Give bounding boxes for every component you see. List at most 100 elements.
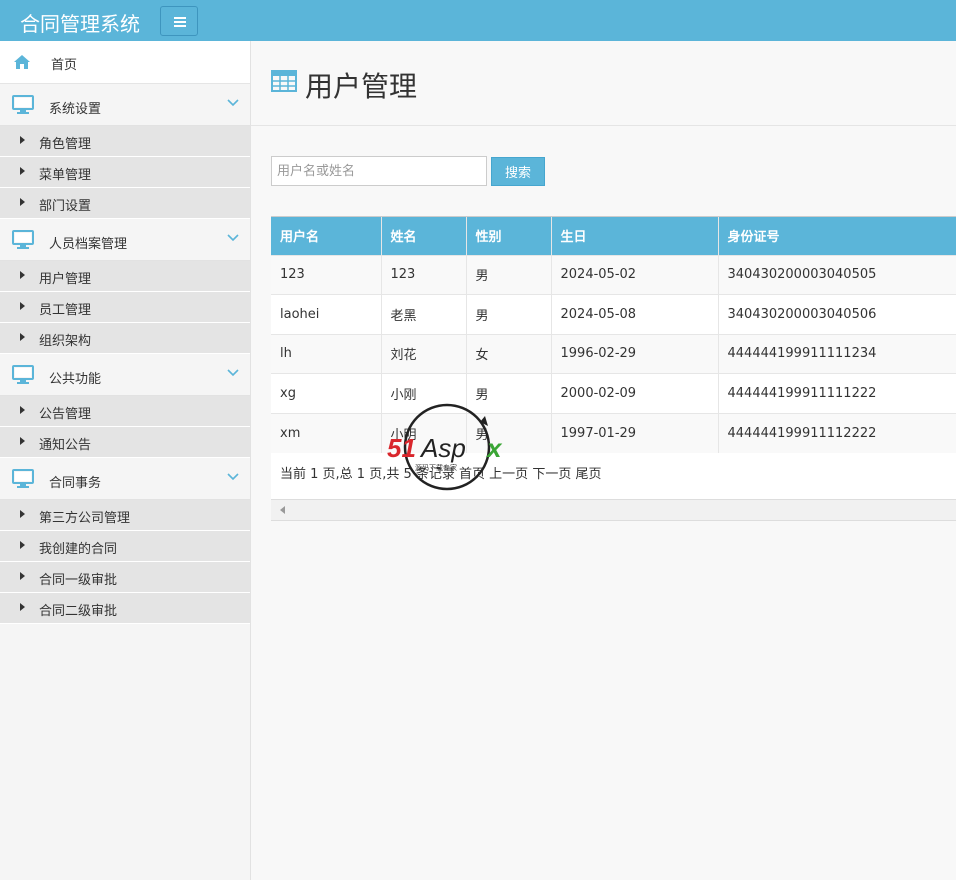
sidebar-item[interactable]: 合同二级审批	[0, 593, 250, 624]
menu-icon-bar	[174, 25, 186, 27]
sidebar-item[interactable]: 角色管理	[0, 126, 250, 157]
horizontal-scrollbar[interactable]	[271, 499, 956, 521]
monitor-icon	[12, 469, 34, 488]
table-icon	[271, 70, 297, 92]
table-cell: 2024-05-02	[551, 254, 719, 295]
sidebar-group-header[interactable]: 系统设置	[0, 84, 250, 126]
table-cell: 123	[381, 254, 467, 295]
table-header-row: 用户名 姓名 性别 生日 身份证号	[271, 217, 956, 255]
table-cell: 2024-05-08	[551, 294, 719, 334]
page-header: 用户管理	[251, 41, 956, 126]
sidebar-item-label: 合同一级审批	[39, 573, 118, 588]
sidebar-item[interactable]: 菜单管理	[0, 157, 250, 188]
sidebar-item[interactable]: 部门设置	[0, 188, 250, 219]
table-row[interactable]: xg 小刚男 2000-02-09 444444199911111222	[271, 373, 956, 413]
table-cell: 444444199911111234	[718, 333, 956, 374]
last-page-link[interactable]: 尾页	[575, 467, 601, 482]
svg-text:x: x	[485, 433, 503, 463]
column-header[interactable]: 生日	[551, 217, 719, 255]
table-cell: 444444199911112222	[718, 412, 956, 453]
sidebar-item[interactable]: 公告管理	[0, 396, 250, 427]
sidebar-item-label: 菜单管理	[39, 168, 92, 183]
scroll-left-icon[interactable]	[280, 506, 285, 514]
caret-right-icon	[20, 572, 25, 580]
sidebar-item-label: 合同二级审批	[39, 604, 118, 619]
svg-text:Asp: Asp	[419, 433, 466, 463]
table-cell: 男	[466, 294, 552, 334]
table-cell: 340430200003040506	[718, 294, 956, 334]
caret-right-icon	[20, 333, 25, 341]
table-cell: 1997-01-29	[551, 412, 719, 453]
caret-right-icon	[20, 302, 25, 310]
search-input[interactable]	[271, 156, 487, 186]
home-icon	[14, 55, 30, 69]
caret-right-icon	[20, 437, 25, 445]
next-page-link[interactable]: 下一页	[532, 467, 571, 482]
table-row[interactable]: 123 123 男 2024-05-02 340430200003040505	[271, 254, 956, 295]
monitor-icon	[12, 95, 34, 114]
column-header[interactable]: 用户名	[271, 217, 382, 255]
menu-icon-bar	[174, 21, 186, 23]
sidebar: 首页 系统设置角色管理菜单管理部门设置人员档案管理用户管理员工管理组织架构公共功…	[0, 41, 251, 880]
sidebar-item[interactable]: 第三方公司管理	[0, 500, 250, 531]
user-table: 用户名 姓名 性别 生日 身份证号 123 123 男 2024-05-02 34043…	[271, 217, 956, 453]
sidebar-item-label: 用户管理	[39, 272, 92, 287]
table-row[interactable]: laohei 老黑男 2024-05-08 340430200003040506	[271, 294, 956, 334]
table-row[interactable]: xm 小明男 1997-01-29 444444199911112222	[271, 412, 956, 453]
chevron-down-icon	[227, 369, 239, 377]
sidebar-group-label: 公共功能	[49, 372, 102, 387]
search-button[interactable]: 搜索	[491, 157, 545, 186]
user-table-panel: 用户名 姓名 性别 生日 身份证号 123 123 男 2024-05-02 34043…	[271, 216, 956, 521]
sidebar-item[interactable]: 通知公告	[0, 427, 250, 458]
sidebar-group-label: 合同事务	[49, 476, 102, 491]
sidebar-item-label: 第三方公司管理	[39, 511, 131, 526]
sidebar-item[interactable]: 组织架构	[0, 323, 250, 354]
chevron-down-icon	[227, 473, 239, 481]
caret-right-icon	[20, 510, 25, 518]
sidebar-item[interactable]: 我创建的合同	[0, 531, 250, 562]
sidebar-item[interactable]: 员工管理	[0, 292, 250, 323]
sidebar-item-label: 首页	[51, 58, 78, 73]
sidebar-group-header[interactable]: 人员档案管理	[0, 219, 250, 261]
sidebar-group-header[interactable]: 公共功能	[0, 354, 250, 396]
sidebar-item-label: 通知公告	[39, 438, 92, 453]
caret-right-icon	[20, 198, 25, 206]
app-title: 合同管理系统	[20, 12, 140, 36]
table-cell: 2000-02-09	[551, 373, 719, 413]
table-cell: xm	[271, 412, 382, 453]
top-navbar: 合同管理系统	[0, 0, 956, 41]
caret-right-icon	[20, 406, 25, 414]
main-content: 用户管理 搜索 用户名 姓名 性别 生日 身份证号 123123男2024-05…	[251, 41, 956, 880]
sidebar-item-label: 公告管理	[39, 407, 92, 422]
table-cell: 340430200003040505	[718, 254, 956, 295]
sidebar-group-label: 系统设置	[49, 102, 102, 117]
sidebar-toggle-button[interactable]	[160, 6, 198, 36]
monitor-icon	[12, 230, 34, 249]
sidebar-item-label: 部门设置	[39, 199, 92, 214]
caret-right-icon	[20, 541, 25, 549]
column-header[interactable]: 身份证号	[718, 217, 956, 255]
table-cell: lh	[271, 333, 382, 374]
watermark-logo: 51 Asp x 源码下载专家	[387, 403, 503, 491]
sidebar-item-home[interactable]: 首页	[0, 41, 250, 84]
caret-right-icon	[20, 136, 25, 144]
chevron-down-icon	[227, 234, 239, 242]
table-cell: 444444199911111222	[718, 373, 956, 413]
caret-right-icon	[20, 603, 25, 611]
column-header[interactable]: 性别	[466, 217, 552, 255]
table-cell: xg	[271, 373, 382, 413]
sidebar-item[interactable]: 合同一级审批	[0, 562, 250, 593]
sidebar-item-label: 员工管理	[39, 303, 92, 318]
table-cell: 123	[271, 254, 382, 295]
table-row[interactable]: lh 刘花女 1996-02-29 444444199911111234	[271, 333, 956, 374]
table-cell: 女	[466, 333, 552, 374]
sidebar-item[interactable]: 用户管理	[0, 261, 250, 292]
monitor-icon	[12, 365, 34, 384]
table-cell: laohei	[271, 294, 382, 334]
sidebar-group-header[interactable]: 合同事务	[0, 458, 250, 500]
caret-right-icon	[20, 167, 25, 175]
sidebar-item-label: 我创建的合同	[39, 542, 118, 557]
caret-right-icon	[20, 271, 25, 279]
column-header[interactable]: 姓名	[381, 217, 467, 255]
sidebar-item-label: 组织架构	[39, 334, 92, 349]
